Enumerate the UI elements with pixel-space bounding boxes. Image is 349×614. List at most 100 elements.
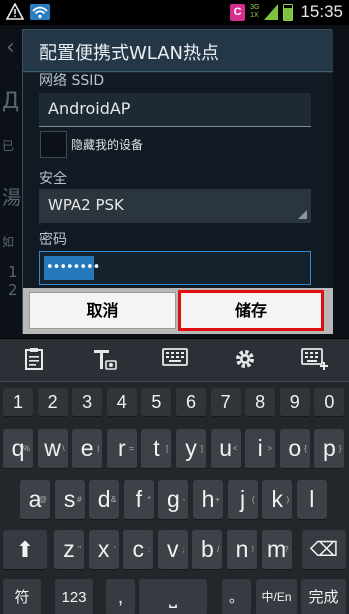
key-s[interactable]: s # (54, 480, 85, 520)
dialog-title-bar: 配置便携式WLAN热点 (23, 30, 333, 72)
text-recognition-icon[interactable] (92, 347, 118, 373)
key-b[interactable]: b / (192, 530, 223, 570)
language-switch-key[interactable]: 中/En (256, 579, 297, 614)
backspace-key[interactable]: ⌫ (302, 530, 346, 570)
save-button[interactable]: 储存 (178, 290, 324, 331)
key-j-label: j (240, 486, 246, 512)
key-z-label: z (63, 536, 75, 562)
key-b-label: b (200, 536, 214, 562)
key-4[interactable]: 4 (106, 388, 137, 417)
key-e-label: e (80, 435, 94, 461)
key-e-hint: | (97, 444, 100, 453)
key-3[interactable]: 3 (72, 388, 103, 417)
key-1-label: 1 (12, 392, 23, 412)
key-2-label: 2 (47, 392, 58, 412)
key-z[interactable]: z " (54, 530, 84, 570)
key-o[interactable]: o{ (279, 429, 310, 469)
key-1[interactable]: 1 (3, 388, 33, 417)
keyboard-icon[interactable] (162, 347, 188, 373)
key-p-hint: } (338, 444, 342, 453)
key-k-hint: ) (286, 495, 290, 504)
key-s-label: s (63, 486, 76, 512)
key-6[interactable]: 6 (176, 388, 206, 417)
key-i[interactable]: i > (245, 429, 276, 469)
background-item-3: 湯 (2, 187, 22, 209)
done-key[interactable]: 完成 (301, 579, 346, 614)
background-item-2: 已 (2, 139, 15, 153)
key-t[interactable]: t[ (141, 429, 172, 469)
key-p[interactable]: p} (314, 429, 345, 469)
key-f-label: f (135, 486, 142, 512)
key-j[interactable]: j( (227, 480, 258, 520)
key-r-hint: = (129, 444, 134, 453)
warning-icon (5, 2, 25, 21)
key-7[interactable]: 7 (210, 388, 241, 417)
symbol-key[interactable]: 符 (3, 579, 41, 614)
key-g[interactable]: g- (158, 480, 189, 520)
key-v-hint: ; (182, 545, 185, 554)
key-5[interactable]: 5 (141, 388, 172, 417)
key-h[interactable]: h + (193, 480, 223, 520)
shift-key[interactable]: ⬆ (3, 530, 47, 570)
key-u-hint: < (232, 444, 238, 453)
key-g-hint: - (182, 495, 186, 504)
key-w[interactable]: w \ (37, 429, 68, 469)
space-key[interactable]: ⎵ (139, 579, 207, 614)
key-v[interactable]: v; (157, 530, 188, 570)
key-0[interactable]: 0 (314, 388, 345, 417)
key-d[interactable]: d & (89, 480, 120, 520)
key-f-hint: * (147, 495, 151, 504)
key-c[interactable]: c: (123, 530, 154, 570)
key-8-label: 8 (255, 392, 266, 412)
key-c-hint: : (147, 545, 151, 554)
hide-device-checkbox[interactable] (40, 131, 67, 158)
grid-keyboard-icon[interactable] (301, 347, 328, 373)
dialog-title: 配置便携式WLAN热点 (39, 43, 220, 64)
cancel-button[interactable]: 取消 (29, 292, 176, 329)
key-q-hint: % (22, 444, 30, 453)
status-bar: C 3G 1X 15:35 (0, 0, 349, 25)
key-b-hint: / (217, 545, 220, 554)
key-n-hint: ! (251, 545, 254, 554)
key-l[interactable]: l (296, 480, 327, 520)
key-e[interactable]: e | (72, 429, 103, 469)
keyboard-toolbar (0, 339, 349, 382)
key-p-label: p (322, 435, 336, 461)
ssid-input[interactable]: AndroidAP (39, 93, 311, 127)
key-f[interactable]: f * (123, 480, 154, 520)
security-select[interactable]: WPA2 PSK (39, 189, 311, 223)
network-sub-label: 1X (250, 12, 259, 19)
dialog-body: 网络 SSID AndroidAP 隐藏我的设备 安全 WPA2 PSK 密码 … (23, 73, 333, 288)
key-q[interactable]: q% (3, 429, 33, 469)
period-key[interactable]: 。 (222, 579, 251, 614)
key-y[interactable]: y] (176, 429, 206, 469)
key-n[interactable]: n! (227, 530, 257, 570)
key-o-label: o (288, 435, 302, 461)
comma-key[interactable]: , (106, 579, 135, 614)
password-input[interactable]: •••••••• (39, 251, 311, 285)
key-o-hint: { (304, 444, 307, 453)
key-a[interactable]: a @ (20, 480, 50, 520)
key-x[interactable]: x ' (88, 530, 119, 570)
key-z-hint: " (78, 545, 81, 554)
key-8[interactable]: 8 (245, 388, 276, 417)
wifi-hotspot-icon (30, 4, 50, 20)
key-w-hint: \ (62, 444, 65, 453)
key-r[interactable]: r = (106, 429, 137, 469)
background-item-1: Д (2, 89, 20, 114)
key-3-label: 3 (82, 392, 93, 412)
key-r-label: r (117, 435, 126, 461)
key-u[interactable]: u < (210, 429, 241, 469)
number-key[interactable]: 123 (55, 579, 93, 614)
key-k[interactable]: k) (262, 480, 293, 520)
key-m[interactable]: m? (261, 530, 292, 570)
key-2[interactable]: 2 (37, 388, 68, 417)
key-9[interactable]: 9 (279, 388, 310, 417)
key-6-label: 6 (185, 392, 196, 412)
clipboard-icon[interactable] (21, 347, 47, 373)
key-h-hint: + (215, 495, 220, 504)
password-value: •••••••• (44, 256, 100, 280)
hide-device-label: 隐藏我的设备 (71, 138, 144, 152)
key-v-label: v (167, 536, 179, 562)
gear-icon[interactable] (232, 347, 258, 373)
